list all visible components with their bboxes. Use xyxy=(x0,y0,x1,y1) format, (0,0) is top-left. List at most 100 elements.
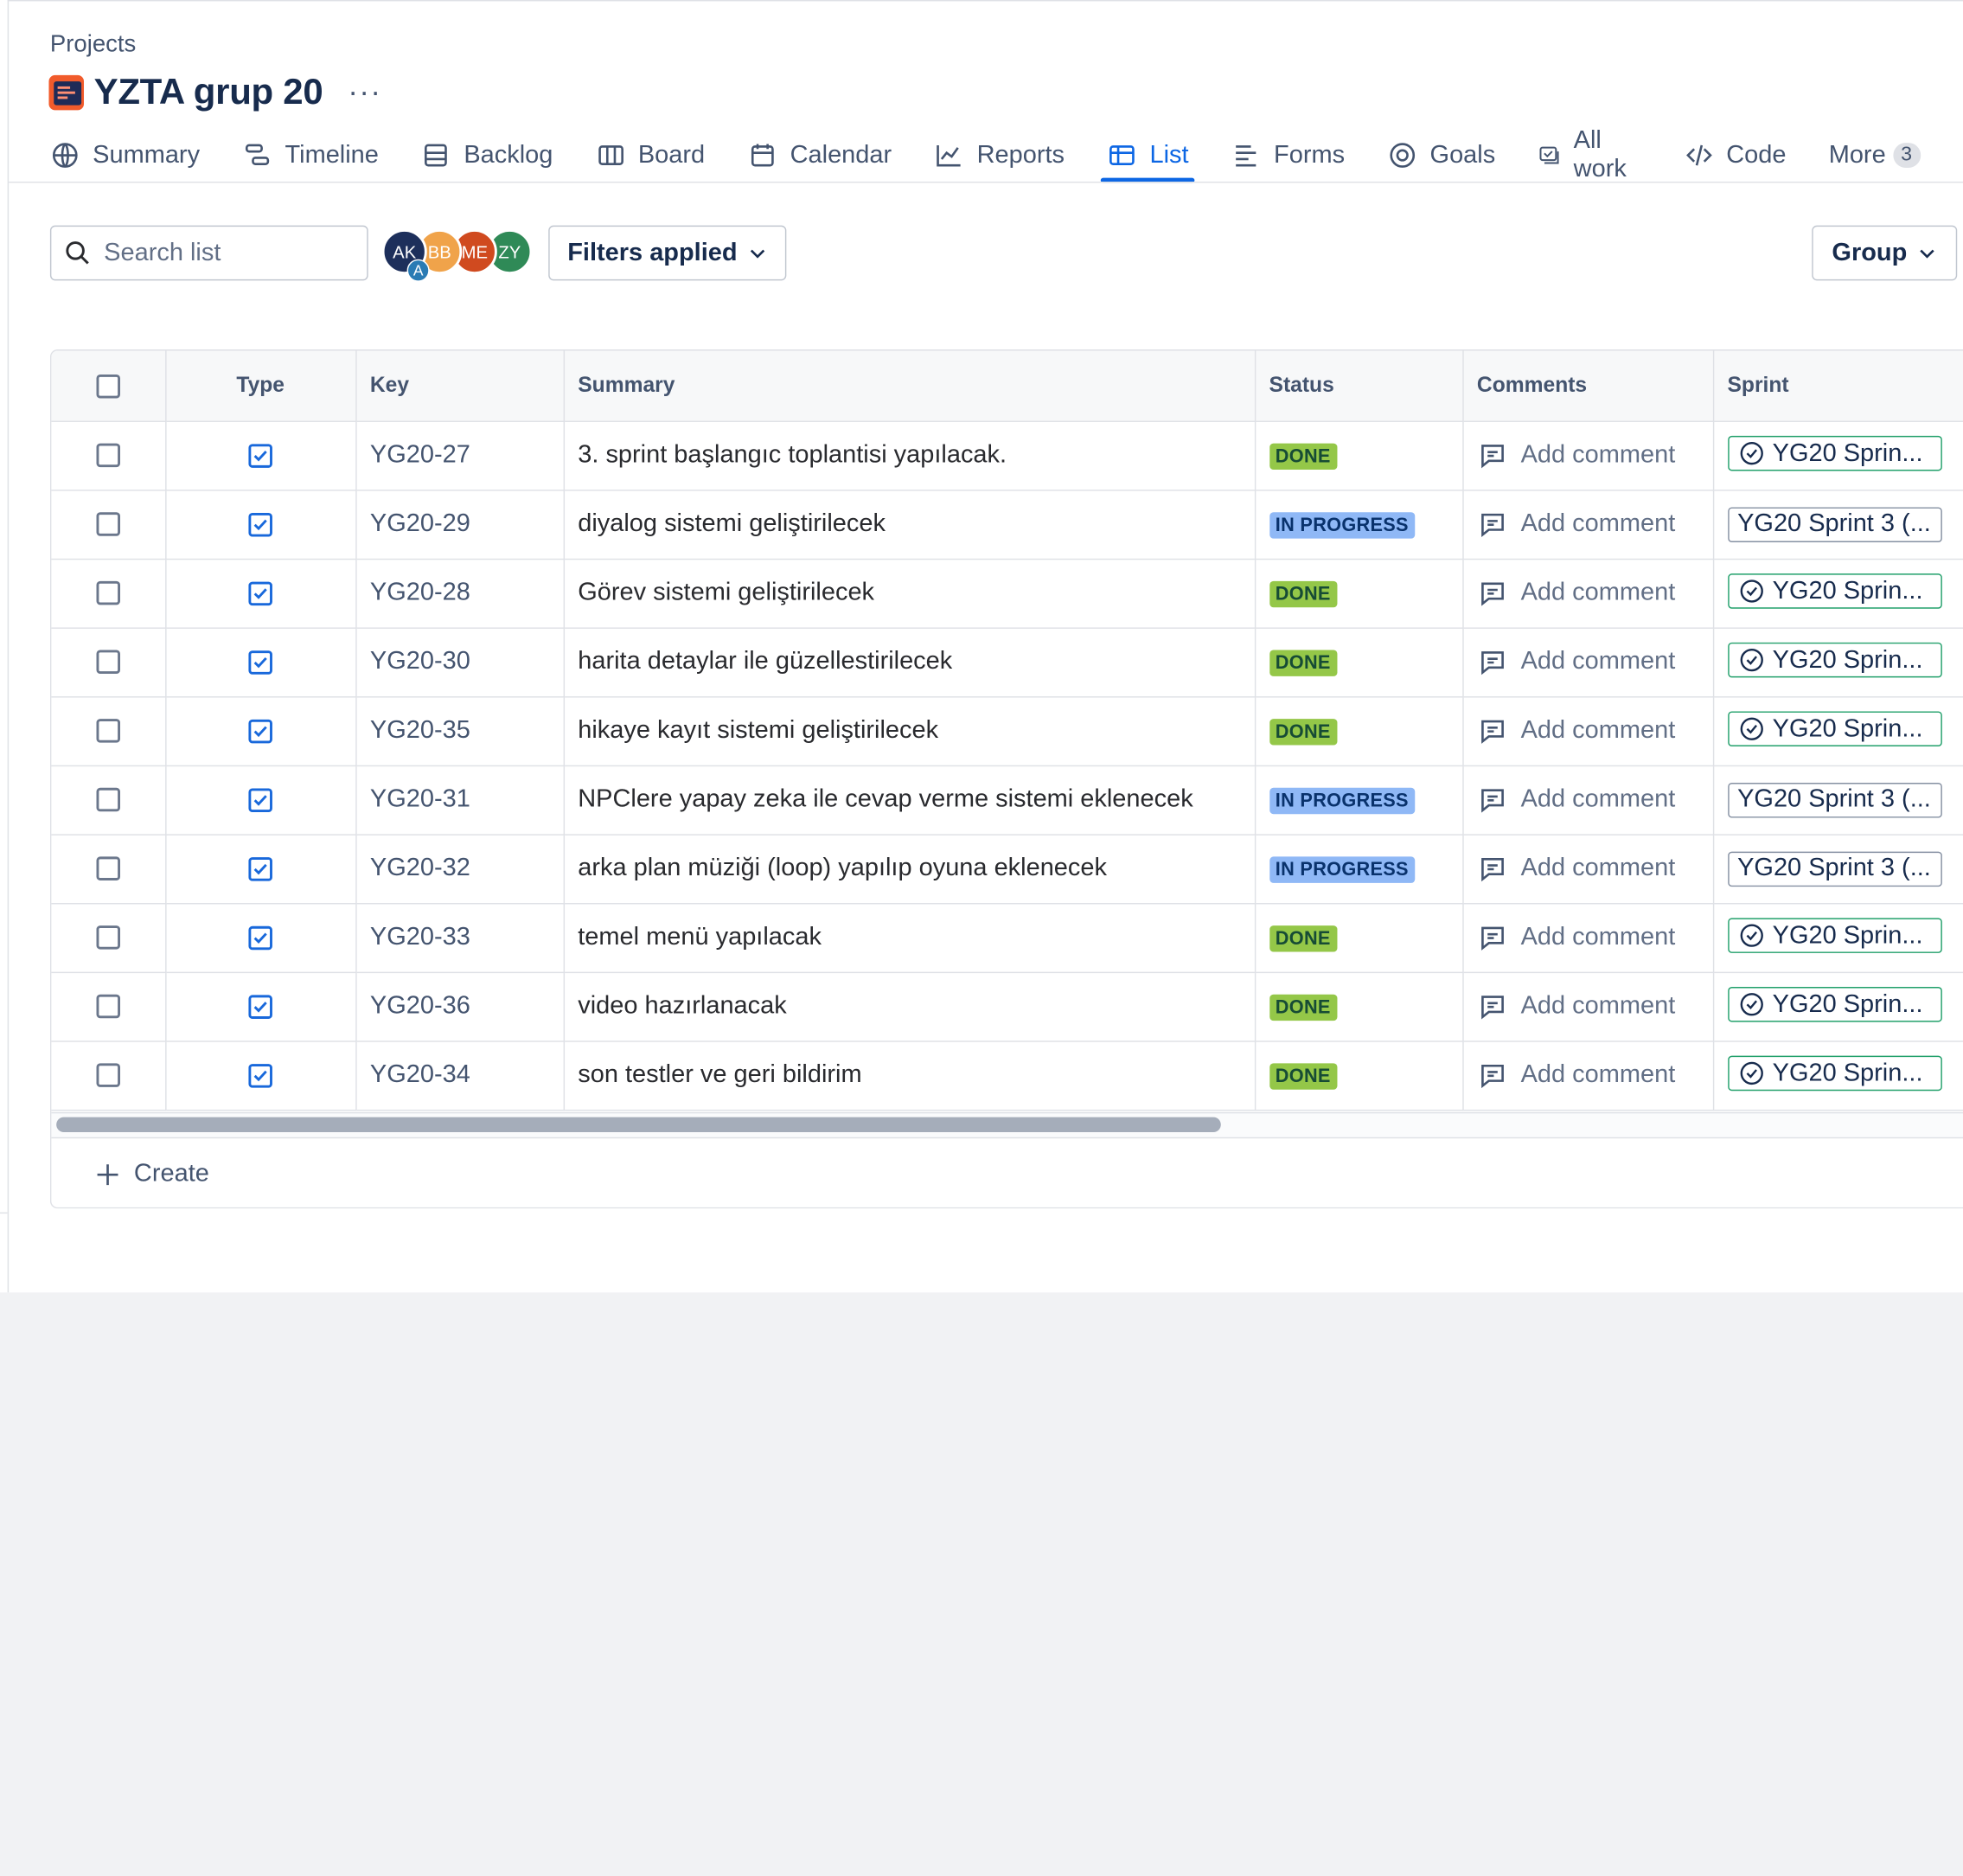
status-badge[interactable]: IN PROGRESS xyxy=(1269,787,1416,815)
add-comment-button[interactable]: Add comment xyxy=(1477,578,1711,608)
issue-key[interactable]: YG20-27 xyxy=(355,420,565,490)
status-badge[interactable]: DONE xyxy=(1269,994,1337,1021)
issue-summary[interactable]: 3. sprint başlangıc toplantisi yapılacak… xyxy=(563,420,1256,490)
issue-key[interactable]: YG20-31 xyxy=(355,765,565,836)
status-badge[interactable]: IN PROGRESS xyxy=(1269,512,1416,539)
add-comment-button[interactable]: Add comment xyxy=(1477,922,1711,952)
add-comment-button[interactable]: Add comment xyxy=(1477,647,1711,677)
row-checkbox[interactable] xyxy=(96,856,120,881)
tab-goals[interactable]: Goals xyxy=(1387,131,1495,179)
add-comment-button[interactable]: Add comment xyxy=(1477,784,1711,815)
issue-summary[interactable]: hikaye kayıt sistemi geliştirilecek xyxy=(563,696,1256,766)
column-header-sprint[interactable]: Sprint xyxy=(1712,350,1963,422)
status-cell: IN PROGRESS xyxy=(1254,834,1463,904)
table-row[interactable]: YG20-36 video hazırlanacak DONE Add comment… xyxy=(51,971,1963,1042)
issue-key[interactable]: YG20-35 xyxy=(355,696,565,766)
issue-summary[interactable]: temel menü yapılacak xyxy=(563,903,1256,973)
row-checkbox[interactable] xyxy=(96,719,120,743)
table-row[interactable]: YG20-31 NPClere yapay zeka ile cevap verm… xyxy=(51,765,1963,836)
sprint-chip[interactable]: YG20 Sprint 3 (... xyxy=(1727,782,1942,817)
row-checkbox[interactable] xyxy=(96,925,120,950)
tab-forms[interactable]: Forms xyxy=(1231,131,1345,179)
sprint-chip[interactable]: YG20 Sprin... xyxy=(1727,435,1942,471)
table-row[interactable]: YG20-30 harita detaylar ile güzellestiril… xyxy=(51,627,1963,697)
sprint-chip[interactable]: YG20 Sprin... xyxy=(1727,1055,1942,1092)
issue-key[interactable]: YG20-32 xyxy=(355,834,565,904)
horizontal-scrollbar-thumb[interactable] xyxy=(56,1117,1221,1132)
more-actions-button[interactable]: ··· xyxy=(348,77,381,107)
table-row[interactable]: YG20-32 arka plan müziği (loop) yapılıp o… xyxy=(51,834,1963,904)
issue-key[interactable]: YG20-34 xyxy=(355,1040,565,1111)
table-row[interactable]: YG20-34 son testler ve geri bildirim DONE A… xyxy=(51,1040,1963,1111)
row-checkbox[interactable] xyxy=(96,650,120,675)
issue-summary[interactable]: arka plan müziği (loop) yapılıp oyuna ek… xyxy=(563,834,1256,904)
issue-summary[interactable]: son testler ve geri bildirim xyxy=(563,1040,1256,1111)
add-comment-button[interactable]: Add comment xyxy=(1477,1060,1711,1091)
tab-backlog[interactable]: Backlog xyxy=(421,131,553,179)
tab-reports[interactable]: Reports xyxy=(934,131,1065,179)
tab-list[interactable]: List xyxy=(1101,131,1195,183)
search-field[interactable] xyxy=(49,225,368,281)
status-badge[interactable]: DONE xyxy=(1269,650,1337,676)
column-header-key[interactable]: Key xyxy=(355,350,565,422)
row-checkbox[interactable] xyxy=(96,788,120,812)
table-row[interactable]: YG20-33 temel menü yapılacak DONE Add comme… xyxy=(51,903,1963,973)
add-comment-button[interactable]: Add comment xyxy=(1477,854,1711,884)
issue-summary[interactable]: diyalog sistemi geliştirilecek xyxy=(563,490,1256,560)
row-checkbox[interactable] xyxy=(96,443,120,468)
column-header-type[interactable]: Type xyxy=(165,350,356,422)
issue-key[interactable]: YG20-28 xyxy=(355,558,565,629)
issue-key[interactable]: YG20-33 xyxy=(355,903,565,973)
filters-button[interactable]: Filters applied xyxy=(548,225,787,281)
tab-board[interactable]: Board xyxy=(596,131,705,179)
add-comment-button[interactable]: Add comment xyxy=(1477,991,1711,1021)
add-comment-button[interactable]: Add comment xyxy=(1477,509,1711,540)
row-checkbox[interactable] xyxy=(96,581,120,605)
sprint-chip[interactable]: YG20 Sprin... xyxy=(1727,711,1942,747)
sprint-chip[interactable]: YG20 Sprin... xyxy=(1727,987,1942,1022)
breadcrumb[interactable]: Projects xyxy=(50,31,136,59)
search-input[interactable] xyxy=(104,238,355,268)
create-issue-button[interactable]: Create xyxy=(51,1136,1963,1207)
sprint-chip[interactable]: YG20 Sprin... xyxy=(1727,642,1942,678)
table-row[interactable]: YG20-28 Görev sistemi geliştirilecek DONE A… xyxy=(51,558,1963,629)
table-row[interactable]: YG20-27 3. sprint başlangıc toplantisi ya… xyxy=(51,420,1963,490)
avatar-ak[interactable]: AK A xyxy=(381,228,430,282)
status-badge[interactable]: DONE xyxy=(1269,925,1337,952)
issue-summary[interactable]: NPClere yapay zeka ile cevap verme siste… xyxy=(563,765,1256,836)
issue-key[interactable]: YG20-29 xyxy=(355,490,565,560)
tab-timeline[interactable]: Timeline xyxy=(242,131,379,179)
table-row[interactable]: YG20-35 hikaye kayıt sistemi geliştirilec… xyxy=(51,696,1963,766)
column-header-status[interactable]: Status xyxy=(1254,350,1463,422)
status-badge[interactable]: DONE xyxy=(1269,1063,1337,1090)
table-row[interactable]: YG20-29 diyalog sistemi geliştirilecek IN … xyxy=(51,490,1963,560)
column-header-comments[interactable]: Comments xyxy=(1462,350,1714,422)
add-comment-button[interactable]: Add comment xyxy=(1477,716,1711,746)
row-checkbox[interactable] xyxy=(96,995,120,1019)
status-badge[interactable]: DONE xyxy=(1269,580,1337,608)
row-checkbox[interactable] xyxy=(96,1063,120,1088)
issue-summary[interactable]: harita detaylar ile güzellestirilecek xyxy=(563,627,1256,697)
select-all-checkbox[interactable] xyxy=(96,374,120,399)
issue-summary[interactable]: video hazırlanacak xyxy=(563,971,1256,1042)
column-header-summary[interactable]: Summary xyxy=(563,350,1256,422)
status-badge[interactable]: IN PROGRESS xyxy=(1269,856,1416,883)
tab-label: Forms xyxy=(1274,140,1346,169)
tab-more[interactable]: More 3 xyxy=(1829,131,1921,179)
sprint-chip[interactable]: YG20 Sprint 3 (... xyxy=(1727,506,1942,542)
group-button[interactable]: Group xyxy=(1812,225,1958,281)
issue-summary[interactable]: Görev sistemi geliştirilecek xyxy=(563,558,1256,629)
status-badge[interactable]: DONE xyxy=(1269,719,1337,746)
issue-key[interactable]: YG20-30 xyxy=(355,627,565,697)
sprint-chip[interactable]: YG20 Sprin... xyxy=(1727,918,1942,953)
tab-all-work[interactable]: All work xyxy=(1538,126,1640,182)
tab-calendar[interactable]: Calendar xyxy=(747,131,892,179)
sprint-chip[interactable]: YG20 Sprin... xyxy=(1727,573,1942,609)
sprint-chip[interactable]: YG20 Sprint 3 (... xyxy=(1727,850,1942,887)
status-badge[interactable]: DONE xyxy=(1269,443,1337,470)
issue-key[interactable]: YG20-36 xyxy=(355,971,565,1042)
tab-code[interactable]: Code xyxy=(1684,131,1786,179)
add-comment-button[interactable]: Add comment xyxy=(1477,440,1711,471)
tab-summary[interactable]: Summary xyxy=(50,131,200,179)
row-checkbox[interactable] xyxy=(96,512,120,537)
